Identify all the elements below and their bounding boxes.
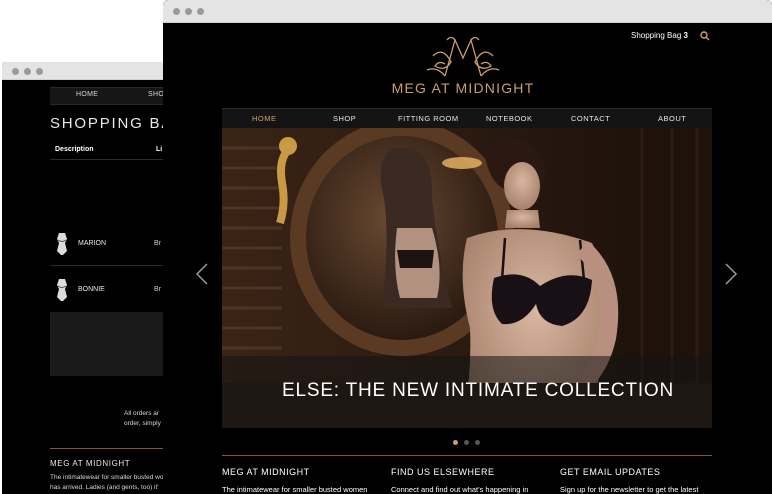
- shopping-bag-label: Shopping Bag: [631, 31, 682, 40]
- nav-about[interactable]: ABOUT: [658, 114, 686, 123]
- maximize-dot[interactable]: [36, 68, 43, 75]
- nav-shop[interactable]: SHOP: [333, 114, 356, 123]
- close-dot[interactable]: [173, 8, 180, 15]
- close-dot[interactable]: [12, 68, 19, 75]
- product-line: Br: [154, 240, 161, 247]
- nav-contact[interactable]: CONTACT: [571, 114, 610, 123]
- maximize-dot[interactable]: [197, 8, 204, 15]
- footer-text-about: The intimatewear for smaller busted wome…: [222, 485, 368, 494]
- back-footer-text-line1: The intimatewear for smaller busted wo: [50, 474, 164, 481]
- front-window-titlebar: [163, 0, 772, 23]
- nav-notebook[interactable]: NOTEBOOK: [486, 114, 533, 123]
- footer-title-newsletter: GET EMAIL UPDATES: [560, 467, 661, 477]
- slider-dot-3[interactable]: [475, 440, 480, 445]
- product-name[interactable]: MARION: [78, 240, 106, 247]
- window-controls: [173, 8, 204, 15]
- minimize-dot[interactable]: [24, 68, 31, 75]
- nav-fitting-room[interactable]: FITTING ROOM: [398, 114, 459, 123]
- orders-notice-line2: order, simply: [124, 420, 161, 427]
- minimize-dot[interactable]: [185, 8, 192, 15]
- footer-text-social: Connect and find out what's happening in: [391, 485, 529, 494]
- hero-slider[interactable]: ELSE: THE NEW INTIMATE COLLECTION: [222, 128, 712, 428]
- orders-notice-line1: All orders ar: [124, 410, 160, 417]
- nav-home[interactable]: HOME: [252, 114, 277, 123]
- product-thumbnail-bonnie[interactable]: [55, 277, 69, 303]
- arrow-right-icon[interactable]: [724, 262, 738, 286]
- back-footer-title: MEG AT MIDNIGHT: [50, 459, 131, 468]
- footer-divider: [222, 455, 712, 456]
- search-icon[interactable]: [699, 30, 711, 42]
- arrow-left-icon[interactable]: [195, 262, 209, 286]
- slider-dot-1[interactable]: [453, 440, 458, 445]
- front-browser-window: Shopping Bag 3 MEG AT MIDNIGHT HOME SHOP…: [163, 0, 772, 494]
- brand-name[interactable]: MEG AT MIDNIGHT: [378, 80, 548, 96]
- footer-title-about: MEG AT MIDNIGHT: [222, 467, 310, 477]
- product-line: Br: [154, 286, 161, 293]
- shopping-bag-link[interactable]: Shopping Bag 3: [631, 31, 688, 40]
- footer-text-newsletter: Sign up for the newsletter to get the la…: [560, 485, 699, 494]
- logo-icon[interactable]: [425, 36, 501, 78]
- window-controls: [12, 68, 43, 75]
- slider-dot-2[interactable]: [464, 440, 469, 445]
- column-line: Li: [156, 146, 163, 153]
- product-name[interactable]: BONNIE: [78, 286, 105, 293]
- main-nav: HOME SHOP FITTING ROOM NOTEBOOK CONTACT …: [222, 108, 712, 128]
- column-description: Description: [55, 146, 94, 153]
- back-nav-shop[interactable]: SHO: [148, 91, 164, 98]
- back-footer-text-line2: has arrived. Ladies (and gents, too) it': [50, 484, 159, 491]
- shopping-bag-count: 3: [683, 31, 688, 40]
- hero-caption[interactable]: ELSE: THE NEW INTIMATE COLLECTION: [282, 380, 674, 402]
- back-nav-home[interactable]: HOME: [76, 91, 98, 98]
- product-thumbnail-marion[interactable]: [55, 231, 69, 257]
- footer-title-social: FIND US ELSEWHERE: [391, 467, 495, 477]
